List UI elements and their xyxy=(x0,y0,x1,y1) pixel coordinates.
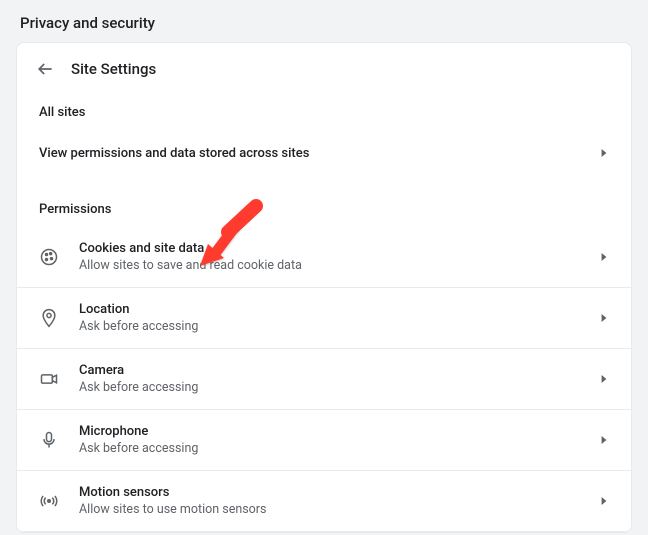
cookie-icon xyxy=(39,247,59,267)
view-permissions-row[interactable]: View permissions and data stored across … xyxy=(17,134,631,184)
motion-sub: Allow sites to use motion sensors xyxy=(79,502,599,517)
microphone-icon xyxy=(39,430,59,450)
cookies-sub: Allow sites to save and read cookie data xyxy=(79,258,599,273)
motion-title: Motion sensors xyxy=(79,485,599,500)
camera-sub: Ask before accessing xyxy=(79,380,599,395)
microphone-row[interactable]: Microphone Ask before accessing xyxy=(17,410,631,471)
card-header: Site Settings xyxy=(17,43,631,93)
chevron-right-icon xyxy=(599,374,609,384)
chevron-right-icon xyxy=(599,252,609,262)
settings-card: Site Settings All sites View permissions… xyxy=(16,42,632,533)
camera-title: Camera xyxy=(79,363,599,378)
microphone-title: Microphone xyxy=(79,424,599,439)
page-header: Privacy and security xyxy=(0,0,648,42)
chevron-right-icon xyxy=(599,435,609,445)
motion-sensors-icon xyxy=(39,491,59,511)
chevron-right-icon xyxy=(599,148,609,158)
section-all-sites: All sites xyxy=(17,93,631,134)
location-sub: Ask before accessing xyxy=(79,319,599,334)
chevron-right-icon xyxy=(599,496,609,506)
camera-icon xyxy=(39,369,59,389)
microphone-sub: Ask before accessing xyxy=(79,441,599,456)
camera-row[interactable]: Camera Ask before accessing xyxy=(17,349,631,410)
back-arrow-icon[interactable] xyxy=(35,59,55,79)
location-title: Location xyxy=(79,302,599,317)
chevron-right-icon xyxy=(599,313,609,323)
card-title: Site Settings xyxy=(71,60,156,78)
motion-sensors-row[interactable]: Motion sensors Allow sites to use motion… xyxy=(17,471,631,532)
location-pin-icon xyxy=(39,308,59,328)
view-permissions-label: View permissions and data stored across … xyxy=(39,146,599,161)
cookies-title: Cookies and site data xyxy=(79,241,599,256)
section-permissions: Permissions xyxy=(17,184,631,227)
cookies-row[interactable]: Cookies and site data Allow sites to sav… xyxy=(17,227,631,288)
location-row[interactable]: Location Ask before accessing xyxy=(17,288,631,349)
